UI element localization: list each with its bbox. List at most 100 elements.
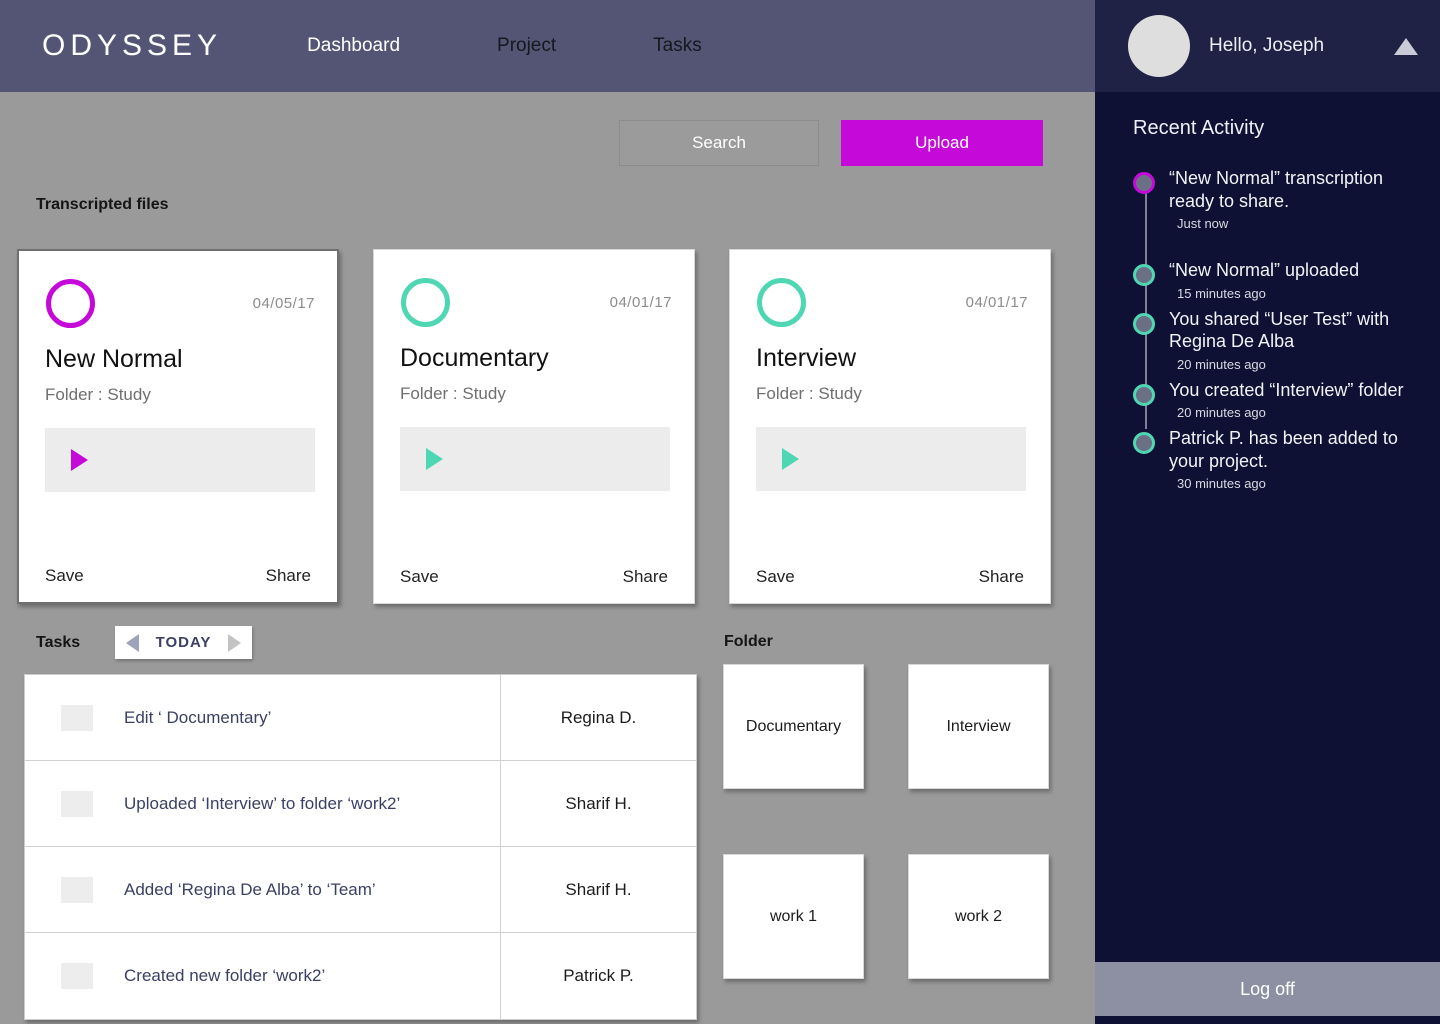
task-label: Created new folder ‘work2’ <box>124 966 326 985</box>
activity-text: “New Normal” uploaded <box>1169 260 1360 280</box>
table-row[interactable]: Edit ‘ Documentary’ Regina D. <box>25 675 696 761</box>
action-toolbar: Search Upload <box>0 120 1095 166</box>
main-nav: Dashboard Project Tasks <box>307 35 799 57</box>
activity-body: Patrick P. has been added to your projec… <box>1169 427 1433 491</box>
table-row[interactable]: Added ‘Regina De Alba’ to ‘Team’ Sharif … <box>25 847 696 933</box>
file-card[interactable]: 04/01/17 Interview Folder : Study Save S… <box>729 249 1051 604</box>
audio-player-bar[interactable] <box>45 428 315 492</box>
recent-activity-panel: Recent Activity “New Normal” transcripti… <box>1095 92 1440 962</box>
file-card-actions: Save Share <box>19 566 337 586</box>
date-navigator-label: TODAY <box>155 634 212 651</box>
activity-timestamp: 20 minutes ago <box>1177 405 1266 420</box>
file-card-title: New Normal <box>45 345 183 373</box>
list-item[interactable]: Patrick P. has been added to your projec… <box>1133 427 1440 491</box>
file-card-folder: Folder : Study <box>400 384 506 403</box>
share-button[interactable]: Share <box>979 567 1024 587</box>
task-owner: Patrick P. <box>563 966 634 985</box>
activity-text: Patrick P. has been added to your projec… <box>1169 428 1398 471</box>
file-card-date: 04/05/17 <box>252 295 315 312</box>
task-checkbox[interactable] <box>61 963 93 989</box>
folder-tile[interactable]: work 1 <box>723 854 864 979</box>
play-icon[interactable] <box>782 448 799 470</box>
activity-text: You created “Interview” folder <box>1169 379 1404 400</box>
list-item[interactable]: You shared “User Test” with Regina De Al… <box>1133 308 1440 372</box>
save-button[interactable]: Save <box>45 566 84 586</box>
circle-outline-icon <box>46 279 95 328</box>
activity-timestamp: Just now <box>1177 216 1229 231</box>
circle-outline-icon <box>757 278 806 327</box>
file-card[interactable]: 04/05/17 New Normal Folder : Study Save … <box>17 249 339 604</box>
save-button[interactable]: Save <box>756 567 795 587</box>
section-title-folder: Folder <box>724 633 773 650</box>
activity-text: You shared “User Test” with Regina De Al… <box>1169 308 1390 352</box>
audio-player-bar[interactable] <box>756 427 1026 491</box>
caret-up-icon[interactable] <box>1394 37 1418 55</box>
file-card-header: 04/01/17 <box>374 250 694 346</box>
activity-body: You shared “User Test” with Regina De Al… <box>1169 308 1433 372</box>
table-row[interactable]: Created new folder ‘work2’ Patrick P. <box>25 933 696 1019</box>
nav-item-tasks[interactable]: Tasks <box>653 35 702 57</box>
nav-item-dashboard[interactable]: Dashboard <box>307 35 400 57</box>
task-checkbox[interactable] <box>61 704 93 731</box>
timeline-dot-icon <box>1133 172 1155 194</box>
activity-body: You created “Interview” folder 20 minute… <box>1169 379 1433 421</box>
share-button[interactable]: Share <box>266 566 311 586</box>
timeline-dot-icon <box>1133 432 1155 454</box>
transcripted-files-list: 04/05/17 New Normal Folder : Study Save … <box>17 249 1085 604</box>
play-icon[interactable] <box>71 449 88 471</box>
upload-button[interactable]: Upload <box>841 120 1043 166</box>
file-card-header: 04/01/17 <box>730 250 1050 346</box>
file-card-date: 04/01/17 <box>609 294 672 311</box>
task-checkbox[interactable] <box>61 876 93 903</box>
search-button[interactable]: Search <box>619 120 819 166</box>
file-card-folder: Folder : Study <box>45 385 151 404</box>
task-owner: Regina D. <box>560 707 637 727</box>
file-card-folder: Folder : Study <box>756 384 862 403</box>
folder-grid: Documentary Interview work 1 work 2 <box>723 664 1049 1024</box>
activity-timestamp: 30 minutes ago <box>1177 476 1266 491</box>
section-title-tasks: Tasks <box>36 634 81 651</box>
folder-tile[interactable]: Interview <box>908 664 1049 789</box>
activity-body: “New Normal” transcription ready to shar… <box>1169 167 1433 231</box>
file-card-actions: Save Share <box>374 567 694 587</box>
task-cell-description: Uploaded ‘Interview’ to folder ‘work2’ <box>25 761 501 846</box>
share-button[interactable]: Share <box>623 567 668 587</box>
brand-logo: ODYSSEY <box>42 29 223 62</box>
recent-activity-title: Recent Activity <box>1133 117 1265 139</box>
tasks-table: Edit ‘ Documentary’ Regina D. Uploaded ‘… <box>24 674 697 1020</box>
activity-body: “New Normal” uploaded 15 minutes ago <box>1169 259 1433 301</box>
timeline-dot-icon <box>1133 312 1155 335</box>
list-item[interactable]: You created “Interview” folder 20 minute… <box>1133 379 1440 421</box>
activity-timeline: “New Normal” transcription ready to shar… <box>1095 167 1440 491</box>
list-item[interactable]: “New Normal” uploaded 15 minutes ago <box>1133 259 1440 301</box>
task-cell-description: Edit ‘ Documentary’ <box>25 675 501 760</box>
folder-tile[interactable]: work 2 <box>908 854 1049 979</box>
task-checkbox[interactable] <box>61 790 93 817</box>
folder-tile[interactable]: Documentary <box>723 664 864 789</box>
timeline-dot-icon <box>1133 264 1155 286</box>
task-owner: Sharif H. <box>565 793 632 813</box>
top-header: ODYSSEY Dashboard Project Tasks <box>0 0 1095 92</box>
date-navigator: TODAY <box>115 626 252 659</box>
chevron-right-icon[interactable] <box>227 633 241 652</box>
file-card[interactable]: 04/01/17 Documentary Folder : Study Save… <box>373 249 695 604</box>
save-button[interactable]: Save <box>400 567 439 587</box>
file-card-header: 04/05/17 <box>19 251 337 347</box>
task-cell-description: Created new folder ‘work2’ <box>25 933 501 1019</box>
activity-timestamp: 20 minutes ago <box>1177 356 1266 372</box>
timeline-dot-icon <box>1133 383 1155 406</box>
file-card-actions: Save Share <box>730 567 1050 587</box>
task-cell-description: Added ‘Regina De Alba’ to ‘Team’ <box>25 847 501 932</box>
file-card-title: Interview <box>756 344 857 372</box>
user-bar[interactable]: Hello, Joseph <box>1095 0 1440 92</box>
audio-player-bar[interactable] <box>400 427 670 491</box>
chevron-left-icon[interactable] <box>126 633 139 652</box>
avatar <box>1128 15 1190 77</box>
circle-outline-icon <box>401 278 450 327</box>
nav-item-project[interactable]: Project <box>497 35 556 57</box>
log-off-button[interactable]: Log off <box>1095 962 1440 1016</box>
table-row[interactable]: Uploaded ‘Interview’ to folder ‘work2’ S… <box>25 761 696 847</box>
list-item[interactable]: “New Normal” transcription ready to shar… <box>1133 167 1440 231</box>
file-card-date: 04/01/17 <box>965 294 1028 311</box>
play-icon[interactable] <box>426 448 443 470</box>
